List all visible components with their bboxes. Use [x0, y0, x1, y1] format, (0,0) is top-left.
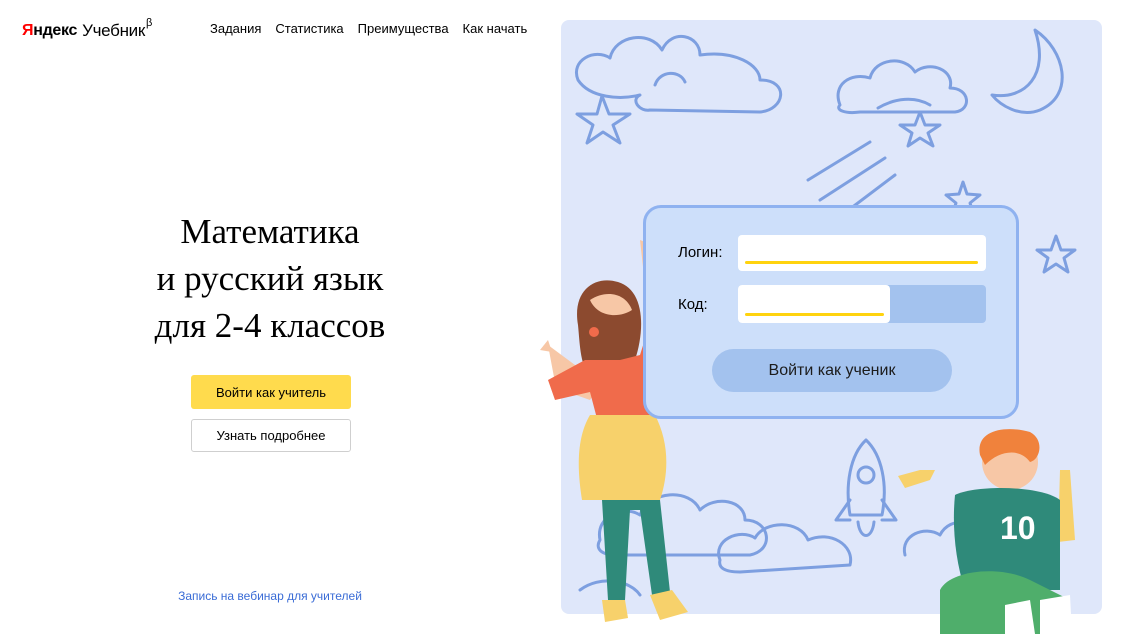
code-input-underline: [745, 313, 884, 316]
star-icon: [898, 110, 942, 148]
login-label: Логин:: [678, 244, 723, 261]
code-input[interactable]: [738, 285, 890, 323]
star-icon: [575, 94, 632, 145]
code-label: Код:: [678, 296, 708, 313]
star-icon: [1035, 234, 1077, 274]
student-login-button[interactable]: Войти как ученик: [712, 349, 952, 392]
rocket-icon: [846, 438, 886, 517]
jersey-number: 10: [1000, 510, 1036, 546]
cloud-icon: [836, 59, 968, 114]
login-input[interactable]: [738, 235, 986, 271]
login-input-underline: [745, 261, 978, 264]
cloud-icon: [717, 523, 853, 574]
moon-icon: [990, 28, 1064, 114]
